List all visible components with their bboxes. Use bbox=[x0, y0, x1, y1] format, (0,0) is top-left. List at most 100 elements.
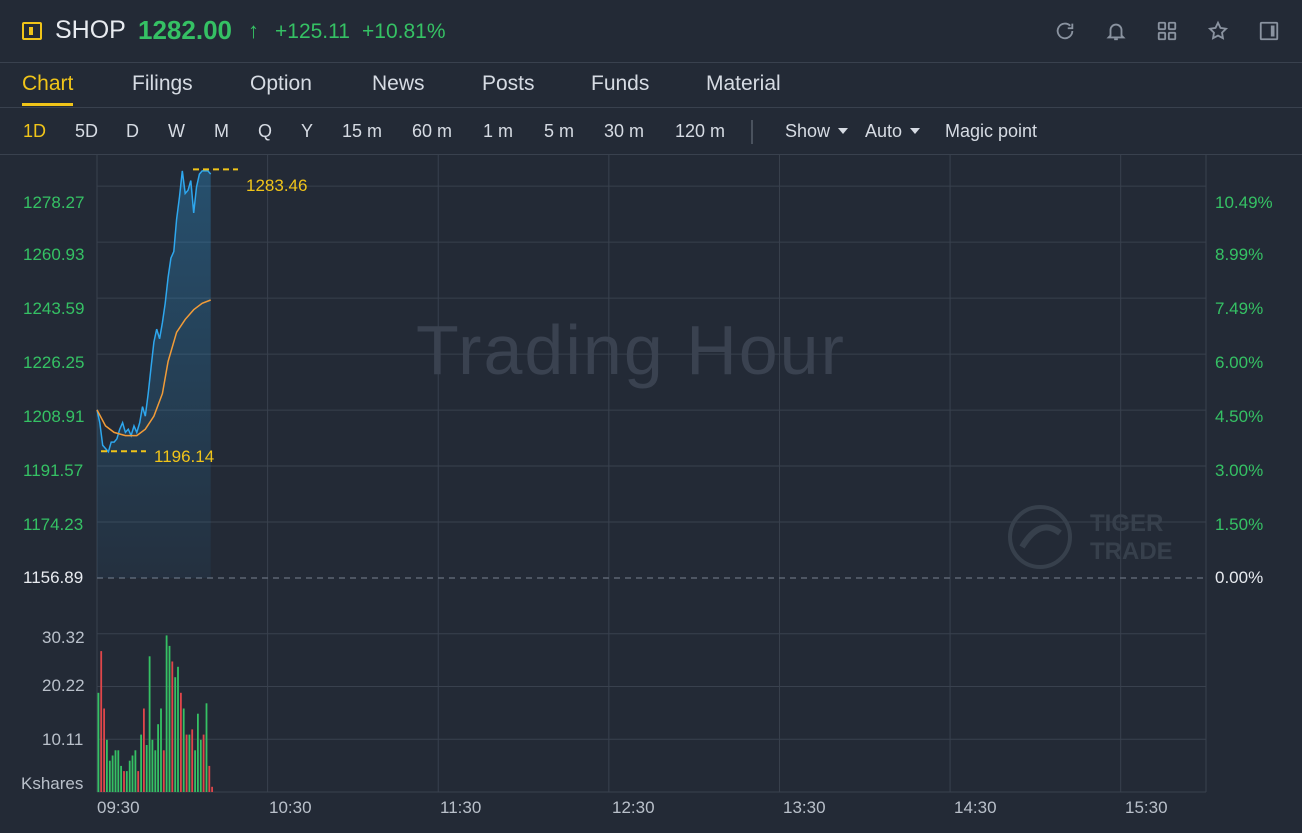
volume-bar bbox=[191, 729, 194, 792]
period-1m[interactable]: 1 m bbox=[483, 121, 513, 142]
time-tick: 13:30 bbox=[783, 798, 826, 817]
high-price-label: 1283.46 bbox=[246, 176, 308, 195]
volume-bar bbox=[168, 645, 171, 792]
low-price-label: 1196.14 bbox=[154, 447, 215, 466]
tab-funds[interactable]: Funds bbox=[591, 72, 649, 96]
volume-bar bbox=[211, 786, 213, 792]
magic-point-button[interactable]: Magic point bbox=[945, 121, 1037, 142]
period-q[interactable]: Q bbox=[258, 121, 272, 142]
time-tick: 11:30 bbox=[440, 798, 482, 817]
volume-bar bbox=[188, 734, 191, 792]
auto-dropdown-label: Auto bbox=[865, 121, 903, 141]
volume-bars bbox=[97, 635, 213, 793]
tab-news[interactable]: News bbox=[372, 72, 425, 96]
price-tick: 1208.91 bbox=[23, 407, 85, 426]
volume-bar bbox=[157, 724, 159, 792]
period-y[interactable]: Y bbox=[301, 121, 313, 142]
time-tick: 10:30 bbox=[269, 798, 312, 817]
volume-bar bbox=[145, 745, 148, 792]
period-d[interactable]: D bbox=[126, 121, 139, 142]
ticker-symbol: SHOP bbox=[55, 16, 126, 44]
price-tick: 1174.23 bbox=[23, 515, 84, 534]
toolbar-divider bbox=[751, 120, 753, 144]
pct-tick-zero: 0.00% bbox=[1215, 568, 1264, 587]
period-w[interactable]: W bbox=[168, 121, 185, 142]
volume-bar bbox=[174, 677, 177, 792]
volume-bar bbox=[123, 771, 125, 792]
watermark-text: Trading Hour bbox=[416, 311, 846, 389]
volume-bar bbox=[125, 771, 128, 792]
tab-chart[interactable]: Chart bbox=[22, 72, 73, 96]
price-change-percent: +10.81% bbox=[362, 20, 446, 43]
time-tick: 09:30 bbox=[97, 798, 140, 817]
pct-tick: 10.49% bbox=[1215, 193, 1273, 212]
volume-bar bbox=[140, 734, 142, 792]
volume-bar bbox=[180, 692, 182, 792]
period-5d[interactable]: 5D bbox=[75, 121, 98, 142]
last-price: 1282.00 bbox=[138, 15, 232, 45]
grid-icon[interactable] bbox=[1156, 20, 1178, 42]
pct-tick: 3.00% bbox=[1215, 461, 1264, 480]
price-tick: 1226.25 bbox=[23, 353, 85, 372]
volume-bar bbox=[197, 713, 199, 792]
pct-tick: 7.49% bbox=[1215, 299, 1264, 318]
volume-bar bbox=[137, 771, 140, 792]
market-status-icon bbox=[22, 22, 42, 40]
volume-bar bbox=[131, 755, 134, 792]
time-tick: 14:30 bbox=[954, 798, 997, 817]
price-area-fill bbox=[97, 170, 211, 578]
volume-bar bbox=[165, 635, 168, 792]
tab-bar: Chart Filings Option News Posts Funds Ma… bbox=[0, 62, 1302, 108]
price-area bbox=[97, 170, 211, 578]
period-60m[interactable]: 60 m bbox=[412, 121, 452, 142]
price-tick: 1191.57 bbox=[23, 461, 84, 480]
volume-bar bbox=[117, 750, 120, 793]
period-30m[interactable]: 30 m bbox=[604, 121, 644, 142]
caret-down-icon bbox=[910, 128, 921, 134]
period-toolbar: 1D 5D D W M Q Y 15 m 60 m 1 m 5 m 30 m 1… bbox=[0, 108, 1302, 155]
volume-bar bbox=[202, 734, 205, 792]
pct-tick: 8.99% bbox=[1215, 245, 1264, 264]
volume-bar bbox=[171, 661, 174, 792]
volume-tick: 30.32 bbox=[42, 628, 85, 647]
volume-bar bbox=[160, 708, 162, 792]
star-icon[interactable] bbox=[1207, 20, 1229, 42]
volume-bar bbox=[194, 750, 196, 793]
active-tab-indicator bbox=[22, 103, 73, 106]
volume-bar bbox=[148, 656, 151, 792]
volume-bar bbox=[111, 755, 114, 792]
refresh-icon[interactable] bbox=[1054, 20, 1076, 42]
tab-option[interactable]: Option bbox=[250, 72, 312, 96]
tab-posts[interactable]: Posts bbox=[482, 72, 535, 96]
price-tick: 1260.93 bbox=[23, 245, 85, 264]
volume-unit-label: Kshares bbox=[21, 774, 84, 793]
bell-icon[interactable] bbox=[1105, 20, 1127, 42]
period-m[interactable]: M bbox=[214, 121, 229, 142]
volume-bar bbox=[185, 734, 188, 792]
brand-text-line2: TRADE bbox=[1090, 538, 1173, 565]
sidebar-icon[interactable] bbox=[1258, 20, 1280, 42]
volume-tick: 20.22 bbox=[42, 676, 85, 695]
caret-down-icon bbox=[838, 128, 849, 134]
period-15m[interactable]: 15 m bbox=[342, 121, 382, 142]
volume-tick: 10.11 bbox=[42, 730, 84, 749]
intraday-chart[interactable] bbox=[0, 155, 1302, 833]
price-change: +125.11 bbox=[275, 20, 350, 43]
auto-dropdown[interactable]: Auto bbox=[865, 121, 921, 142]
tab-filings[interactable]: Filings bbox=[132, 72, 193, 96]
quote-header: SHOP 1282.00 ↑ +125.11 +10.81% bbox=[0, 0, 1302, 63]
volume-bar bbox=[162, 750, 165, 793]
volume-bar bbox=[143, 708, 145, 792]
tab-material[interactable]: Material bbox=[706, 72, 781, 96]
volume-bar bbox=[134, 750, 137, 793]
volume-bar bbox=[103, 708, 105, 792]
show-dropdown[interactable]: Show bbox=[785, 121, 849, 142]
period-1d[interactable]: 1D bbox=[23, 121, 46, 142]
volume-bar bbox=[97, 692, 100, 792]
brand-text-line1: TIGER bbox=[1090, 510, 1164, 537]
chart-grid bbox=[96, 155, 1207, 793]
period-5m[interactable]: 5 m bbox=[544, 121, 574, 142]
volume-bar bbox=[154, 750, 157, 793]
pct-tick: 1.50% bbox=[1215, 515, 1264, 534]
period-120m[interactable]: 120 m bbox=[675, 121, 725, 142]
